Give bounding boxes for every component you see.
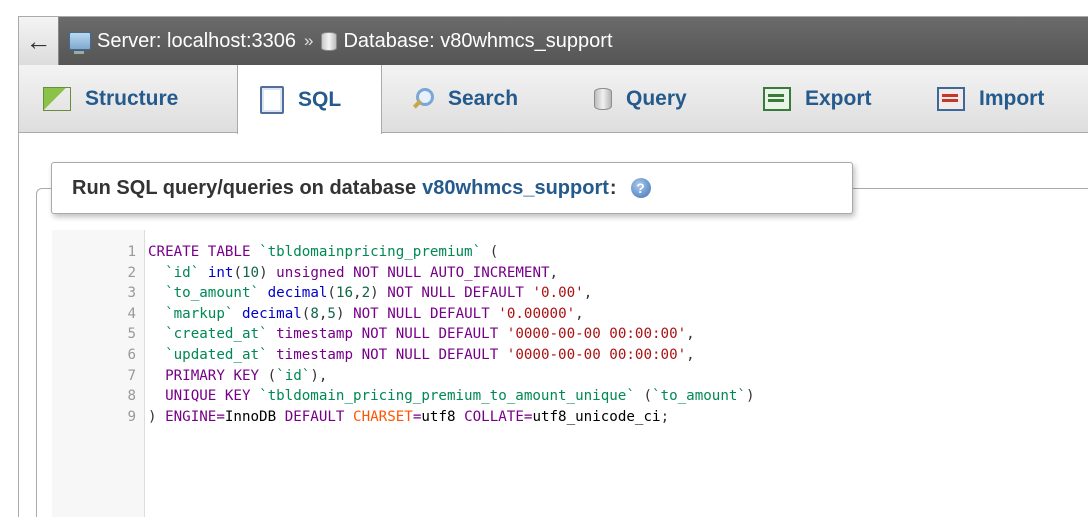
code-text: `created_at` timestamp NOT NULL DEFAULT … <box>165 326 695 343</box>
code-line: 2 `id` int(10) unsigned NOT NULL AUTO_IN… <box>52 263 1088 283</box>
code-text: ) ENGINE=InnoDB DEFAULT CHARSET=utf8 COL… <box>148 408 670 425</box>
panel-db-name[interactable]: v80whmcs_support <box>422 177 609 200</box>
panel-title-prefix: Run SQL query/queries on database <box>72 176 417 199</box>
code-line: 1 CREATE TABLE `tbldomainpricing_premium`… <box>52 242 1088 262</box>
export-icon <box>763 87 791 111</box>
breadcrumb-database[interactable]: Database: v80whmcs_support <box>321 29 613 53</box>
tab-sql-label: SQL <box>298 87 342 111</box>
code-line: 4 `markup` decimal(8,5) NOT NULL DEFAULT… <box>52 304 1088 324</box>
line-number: 5 <box>127 326 136 343</box>
tab-import-label: Import <box>979 87 1045 110</box>
back-button[interactable]: ← <box>19 17 59 65</box>
code-line: 9 ) ENGINE=InnoDB DEFAULT CHARSET=utf8 CO… <box>52 407 1088 427</box>
import-icon <box>937 87 965 111</box>
breadcrumb-server-label: Server: localhost:3306 <box>97 29 297 52</box>
search-icon <box>412 88 434 110</box>
server-icon <box>69 32 91 54</box>
database-icon <box>321 31 338 51</box>
breadcrumb-server[interactable]: Server: localhost:3306 <box>69 29 297 54</box>
tab-structure-label: Structure <box>85 87 179 110</box>
sql-editor[interactable]: 1 CREATE TABLE `tbldomainpricing_premium`… <box>52 230 1088 517</box>
code-text: `id` int(10) unsigned NOT NULL AUTO_INCR… <box>165 264 559 281</box>
tab-bar: Structure SQL Search Query Export Import <box>19 65 1088 134</box>
tab-export-label: Export <box>805 87 872 110</box>
structure-icon <box>43 87 71 111</box>
breadcrumb-bar: ← Server: localhost:3306 » Database: v80… <box>19 17 1088 65</box>
line-number: 1 <box>127 244 136 260</box>
code-text: CREATE TABLE `tbldomainpricing_premium` … <box>148 244 499 260</box>
panel-colon: : <box>609 176 617 199</box>
code-line: 3 `to_amount` decimal(16,2) NOT NULL DEF… <box>52 283 1088 303</box>
breadcrumb-database-label: Database: v80whmcs_support <box>343 29 613 52</box>
tab-search-label: Search <box>448 87 519 110</box>
query-icon <box>594 88 612 110</box>
code-text: UNIQUE KEY `tbldomain_pricing_premium_to… <box>165 388 755 405</box>
line-number: 9 <box>127 408 136 425</box>
tab-search[interactable]: Search <box>412 65 518 133</box>
code-text: PRIMARY KEY (`id`), <box>165 367 328 384</box>
code-line: 5 `created_at` timestamp NOT NULL DEFAUL… <box>52 324 1088 344</box>
line-number: 6 <box>127 347 136 363</box>
tab-query[interactable]: Query <box>594 65 687 133</box>
sql-icon <box>260 85 284 114</box>
code-text: `to_amount` decimal(16,2) NOT NULL DEFAU… <box>165 285 593 302</box>
code-text: `updated_at` timestamp NOT NULL DEFAULT … <box>165 347 695 363</box>
code-line: 8 UNIQUE KEY `tbldomain_pricing_premium_… <box>52 386 1088 406</box>
tab-query-label: Query <box>626 87 687 110</box>
line-number: 8 <box>127 388 136 405</box>
tab-sql[interactable]: SQL <box>237 65 382 134</box>
tab-export[interactable]: Export <box>763 65 872 133</box>
code-line: 6 `updated_at` timestamp NOT NULL DEFAUL… <box>52 345 1088 365</box>
code-text: `markup` decimal(8,5) NOT NULL DEFAULT '… <box>165 305 584 322</box>
line-number: 2 <box>127 264 136 281</box>
line-number: 7 <box>127 367 136 384</box>
line-number: 3 <box>127 285 136 302</box>
line-number: 4 <box>127 305 136 322</box>
tab-structure[interactable]: Structure <box>43 65 178 133</box>
help-icon[interactable]: ? <box>630 178 651 198</box>
breadcrumb: Server: localhost:3306 » Database: v80wh… <box>69 29 613 54</box>
code-line: 7 PRIMARY KEY (`id`), <box>52 366 1088 386</box>
breadcrumb-separator: » <box>304 31 314 50</box>
tab-import[interactable]: Import <box>937 65 1044 133</box>
sql-panel-title: Run SQL query/queries on database v80whm… <box>51 162 853 214</box>
